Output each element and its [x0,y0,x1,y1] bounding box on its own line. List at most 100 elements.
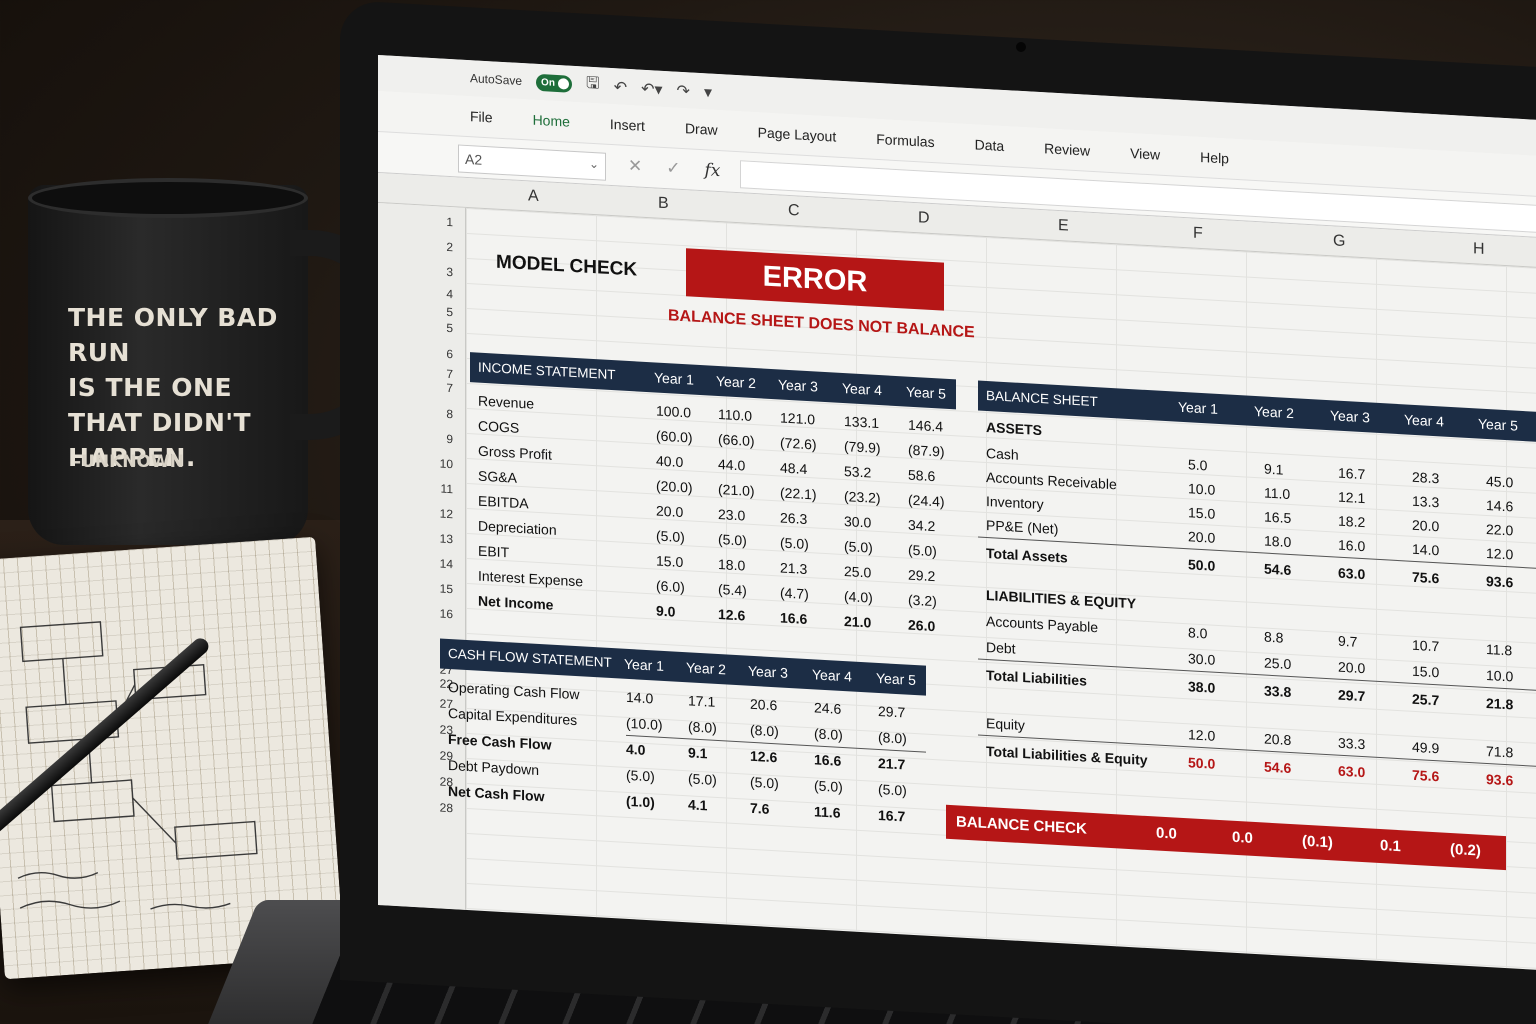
cell-value[interactable]: 50.0 [1188,556,1215,574]
cell-value[interactable]: 33.8 [1264,683,1291,701]
cell-value[interactable]: 16.5 [1264,509,1291,527]
cell-value[interactable]: 34.2 [908,517,935,535]
balance-check-label[interactable]: BALANCE CHECK [956,813,1087,837]
column-header[interactable]: F [1193,225,1203,244]
row-header[interactable]: 7 [446,367,453,381]
cell-value[interactable]: (1.0) [626,793,655,811]
cell-value[interactable]: 10.0 [1188,480,1215,498]
cell-value[interactable]: 29.7 [1338,687,1365,705]
tab-formulas[interactable]: Formulas [876,131,934,150]
cell-value[interactable]: (5.0) [626,767,655,785]
row-label[interactable]: PP&E (Net) [986,517,1058,537]
cell-value[interactable]: (5.0) [780,534,809,552]
cell-value[interactable]: (72.6) [780,434,817,452]
cell-value[interactable]: 16.7 [1338,465,1365,483]
cell-value[interactable]: 133.1 [844,413,879,431]
cell-value[interactable]: 100.0 [656,403,691,421]
cell-value[interactable]: (5.0) [844,538,873,556]
cell-value[interactable]: 14.0 [626,689,653,707]
cell-value[interactable]: 9.7 [1338,633,1357,650]
cell-value[interactable]: 75.6 [1412,767,1439,785]
cell-value[interactable]: 8.8 [1264,629,1283,646]
row-label[interactable]: Net Cash Flow [448,783,544,804]
cell-value[interactable]: 40.0 [656,453,683,471]
column-header[interactable]: G [1333,232,1345,251]
balance-check-value[interactable]: 0.1 [1380,837,1401,855]
cell-value[interactable]: (5.0) [688,770,717,788]
row-label[interactable]: Debt Paydown [448,757,539,778]
cell-value[interactable]: 16.6 [780,609,807,627]
cell-value[interactable]: 53.2 [844,463,871,481]
cell-value[interactable]: 21.8 [1486,695,1513,713]
chevron-down-icon[interactable]: ⌄ [589,157,599,172]
column-header[interactable]: A [528,187,539,206]
row-label[interactable]: Gross Profit [478,443,552,463]
column-header[interactable]: B [658,195,669,214]
cell-value[interactable]: 10.7 [1412,637,1439,655]
column-header[interactable]: H [1473,240,1485,259]
cell-value[interactable]: 20.0 [1412,517,1439,535]
cell-value[interactable]: 54.6 [1264,759,1291,777]
cell-value[interactable]: 110.0 [718,406,752,424]
cell-value[interactable]: 24.6 [814,699,841,717]
cell-value[interactable]: 50.0 [1188,754,1215,772]
row-label[interactable]: EBIT [478,543,509,561]
tab-view[interactable]: View [1130,145,1160,163]
row-header[interactable]: 15 [440,581,453,596]
cell-value[interactable]: (22.1) [780,484,817,502]
cell-value[interactable]: 21.0 [844,613,871,631]
row-label[interactable]: Total Liabilities [986,667,1087,689]
cell-value[interactable]: 20.6 [750,696,777,714]
cell-value[interactable]: 14.6 [1486,497,1513,515]
row-header[interactable]: 4 [446,287,453,301]
row-header[interactable]: 16 [440,606,453,621]
cell-value[interactable]: 14.0 [1412,541,1439,559]
row-header[interactable]: 14 [440,556,453,571]
cell-value[interactable]: (3.2) [908,592,937,610]
undo-dropdown-icon[interactable]: ↶▾ [641,78,662,98]
cell-value[interactable]: 25.0 [1264,655,1291,673]
cell-value[interactable]: 12.1 [1338,489,1365,507]
cell-value[interactable]: 16.0 [1338,537,1365,555]
row-label[interactable]: Cash [986,445,1019,463]
cell-value[interactable]: 26.0 [908,617,935,635]
cell-value[interactable]: 23.0 [718,506,745,524]
cell-value[interactable]: (10.0) [626,715,663,733]
cell-value[interactable]: 9.1 [688,744,707,761]
tab-draw[interactable]: Draw [685,120,718,138]
cell-value[interactable]: 26.3 [780,509,807,527]
column-header[interactable]: C [788,202,800,221]
cell-value[interactable]: 28.3 [1412,469,1439,487]
cell-value[interactable]: 18.0 [1264,533,1291,551]
tab-home[interactable]: Home [533,112,570,130]
row-header[interactable]: 1 [446,215,453,229]
cell-value[interactable]: 10.0 [1486,667,1513,685]
cell-value[interactable]: 25.7 [1412,691,1439,709]
cell-value[interactable]: (5.0) [814,777,843,795]
cell-value[interactable]: 12.0 [1188,726,1215,744]
tab-page-layout[interactable]: Page Layout [758,124,837,144]
cell-value[interactable]: 8.0 [1188,624,1207,641]
cell-value[interactable]: (8.0) [688,718,717,736]
cell-value[interactable]: 71.8 [1486,743,1513,761]
cell-value[interactable]: 29.7 [878,703,905,721]
balance-check-value[interactable]: (0.2) [1450,841,1481,860]
cell-value[interactable]: (87.9) [908,442,945,460]
cell-value[interactable]: (5.0) [878,781,907,799]
cell-value[interactable]: 9.1 [1264,461,1283,478]
cell-value[interactable]: (4.0) [844,588,873,606]
insert-function-icon[interactable]: fx [705,160,721,181]
cell-value[interactable]: (20.0) [656,478,693,496]
cell-value[interactable]: (5.0) [908,542,937,560]
cell-value[interactable]: 146.4 [908,417,943,435]
cell-value[interactable]: 9.0 [656,603,675,620]
row-header[interactable]: 5 [446,321,453,335]
row-label[interactable]: Total Liabilities & Equity [986,743,1148,768]
cell-value[interactable]: (24.4) [908,492,945,510]
balance-check-value[interactable]: (0.1) [1302,833,1333,852]
row-header[interactable]: 11 [441,481,453,496]
balance-check-value[interactable]: 0.0 [1232,829,1253,847]
row-label[interactable]: EBITDA [478,493,529,512]
column-header[interactable]: E [1058,217,1069,236]
row-label[interactable]: SG&A [478,468,517,486]
